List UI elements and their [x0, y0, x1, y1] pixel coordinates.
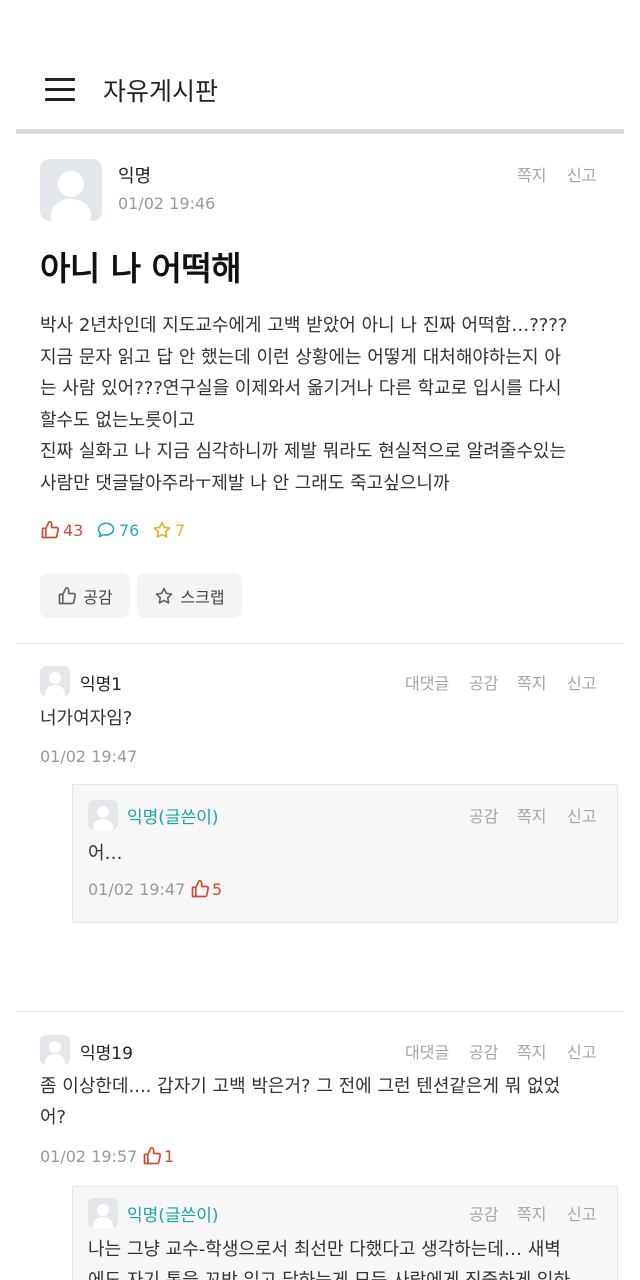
reply-text-line: 어…	[88, 843, 123, 864]
comment-like-link[interactable]: 공감	[469, 670, 498, 694]
post-message-link[interactable]: 쪽지	[517, 162, 546, 186]
star-icon	[156, 587, 173, 604]
comment-text-line: 너가여자임?	[40, 708, 133, 729]
scrap-button-label: 스크랩	[180, 587, 225, 607]
post-body-line: 지금 문자 읽고 답 안 했는데 이런 상황에는 어떻게 대처해야하는지 아	[40, 346, 561, 368]
post-title: 아니 나 어떡해	[40, 249, 242, 288]
reply-message-link[interactable]: 쪽지	[517, 1201, 546, 1225]
reply-message-link[interactable]: 쪽지	[517, 803, 546, 827]
reply-like-link[interactable]: 공감	[469, 803, 498, 827]
reply-avatar	[88, 800, 118, 830]
reply-author-writer: 익명(글쓴이)	[127, 808, 219, 828]
comment-timestamp: 01/02 19:57	[40, 1147, 138, 1166]
post-scrap-count: 7	[152, 520, 185, 540]
post-like-number: 43	[63, 520, 84, 540]
comment-message-link[interactable]: 쪽지	[517, 1039, 546, 1063]
reply-text: 어…	[88, 838, 123, 869]
post-scrap-number: 7	[175, 520, 186, 540]
comment-avatar	[40, 666, 70, 696]
post-body-line: 진짜 실화고 나 지금 심각하니까 제발 뭐라도 현실적으로 알려줄수있는	[40, 441, 567, 462]
reply-report-link[interactable]: 신고	[567, 1201, 596, 1225]
post-author-name: 익명	[118, 166, 152, 187]
reply-text-line: 나는 그냥 교수-학생으로서 최선만 다했다고 생각하는데… 새벽	[88, 1239, 561, 1260]
post-comment-count: 76	[96, 520, 139, 540]
thumbs-up-icon	[58, 586, 77, 604]
comment-author: 익명19	[80, 1044, 133, 1064]
like-button[interactable]: 공감	[40, 573, 130, 618]
comment-divider	[16, 1011, 624, 1012]
comment-message-link[interactable]: 쪽지	[517, 670, 546, 694]
board-title: 자유게시판	[103, 77, 219, 106]
scrap-button[interactable]: 스크랩	[137, 573, 242, 618]
post-report-link[interactable]: 신고	[567, 162, 596, 186]
comment-text-line: 어?	[40, 1107, 67, 1128]
reply-text: 나는 그냥 교수-학생으로서 최선만 다했다고 생각하는데… 새벽 에도 자기 …	[88, 1234, 570, 1280]
reply-like-number: 5	[212, 879, 223, 899]
post-timestamp: 01/02 19:46	[118, 194, 216, 213]
reply-author-writer: 익명(글쓴이)	[127, 1206, 219, 1226]
hamburger-menu-icon[interactable]	[45, 78, 75, 102]
reply-text-line: 에도 자기 톡을 꼬박 읽고 답하는게 모든 사람에게 진중하게 임하	[88, 1265, 570, 1280]
header-divider	[16, 129, 624, 134]
post-body-line: 박사 2년차인데 지도교수에게 고백 받았어 아니 나 진짜 어떡함…????	[40, 315, 568, 336]
comment-like-number: 1	[164, 1146, 175, 1166]
comment-like-link[interactable]: 공감	[469, 1039, 498, 1063]
comment-text-line: 좀 이상한데.... 갑자기 고백 박은거? 그 전에 그런 텐션같은게 뭐 없…	[40, 1076, 561, 1097]
post-body-line: 할수도 없는노릇이고	[40, 409, 195, 431]
comment-text: 너가여자임?	[40, 703, 132, 734]
comment-report-link[interactable]: 신고	[567, 1039, 596, 1063]
comment-text: 좀 이상한데.... 갑자기 고백 박은거? 그 전에 그런 텐션같은게 뭐 없…	[40, 1071, 560, 1133]
post-body-line: 는 사람 있어???연구실을 이제와서 옮기거나 다른 학교로 입시를 다시	[40, 378, 562, 399]
comments-divider	[16, 643, 624, 644]
star-icon	[153, 521, 171, 538]
thumbs-up-icon	[143, 1146, 162, 1165]
comment-avatar	[40, 1035, 70, 1065]
post-body-line: 사람만 댓글달아주라ㅜ제발 나 안 그래도 죽고싶으니까	[40, 472, 450, 494]
app-header: 자유게시판	[0, 0, 640, 130]
post-body: 박사 2년차인데 지도교수에게 고백 받았어 아니 나 진짜 어떡함…???? …	[40, 310, 605, 499]
comment-report-link[interactable]: 신고	[567, 670, 596, 694]
comment-author: 익명1	[80, 675, 123, 695]
comment-reply-link[interactable]: 대댓글	[405, 1039, 449, 1063]
reply-like-link[interactable]: 공감	[469, 1201, 498, 1225]
comment-bubble-icon	[97, 522, 115, 538]
comment-timestamp: 01/02 19:47	[40, 747, 138, 766]
thumbs-up-icon	[191, 879, 210, 898]
reply-like-count: 5	[190, 879, 222, 899]
reply-timestamp: 01/02 19:47	[88, 880, 186, 899]
reply-avatar	[88, 1198, 118, 1228]
reply-report-link[interactable]: 신고	[567, 803, 596, 827]
comment-reply-link[interactable]: 대댓글	[405, 670, 449, 694]
post-author-avatar	[40, 159, 102, 221]
post-comment-number: 76	[119, 520, 140, 540]
post-like-count: 43	[40, 520, 83, 540]
comment-like-count: 1	[142, 1146, 174, 1166]
thumbs-up-icon	[41, 520, 60, 539]
like-button-label: 공감	[83, 587, 113, 607]
